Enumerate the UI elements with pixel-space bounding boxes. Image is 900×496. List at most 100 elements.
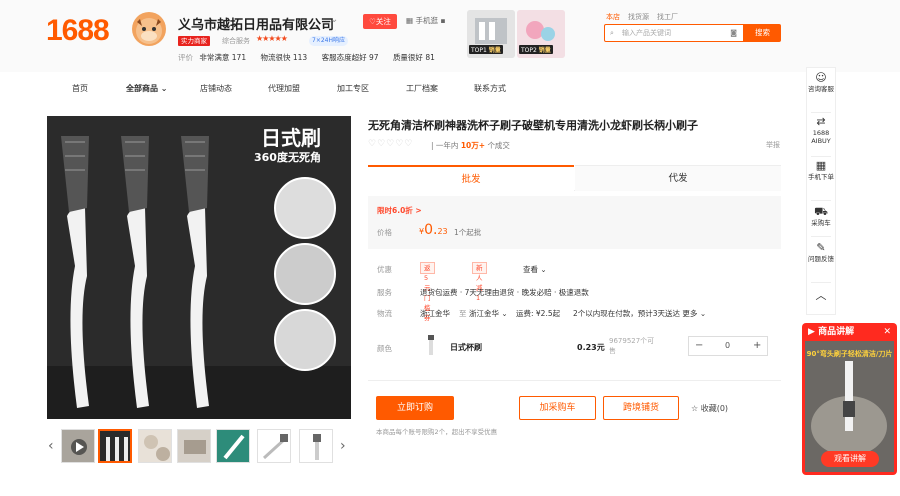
mobile-label: 手机逛 xyxy=(415,16,438,25)
thumbnail[interactable] xyxy=(257,429,291,463)
thumbnail[interactable] xyxy=(98,429,132,463)
product-video-card[interactable]: ▶ 商品讲解 ✕ 90°弯头刷子轻松清洁/刀片 观看讲解 xyxy=(802,323,897,475)
sku-thumbnail[interactable] xyxy=(420,333,442,357)
sidebar-item-mobile-order[interactable]: ▦ 手机下单 xyxy=(807,159,835,182)
watch-video-button[interactable]: 观看讲解 xyxy=(821,451,879,467)
price-box: 限时6.0折 > 价格 ¥0.23 1个起批 xyxy=(368,196,781,249)
dropship-button[interactable]: 跨境铺货 xyxy=(603,396,679,420)
coupon-badge[interactable]: 返5元门槛券 xyxy=(420,262,435,322)
price-label: 价格 xyxy=(377,228,392,237)
back-to-top-button[interactable]: ︿ xyxy=(807,290,835,303)
tab-wholesale[interactable]: 批发 xyxy=(368,165,574,191)
image-headline: 日式刷 xyxy=(261,126,321,150)
response-badge: 7×24H响应 xyxy=(309,36,348,46)
nav-item[interactable]: 首页 xyxy=(72,83,88,94)
rating-stars: ♡♡♡♡♡ xyxy=(368,139,414,149)
service-text[interactable]: 退货包运费 · 7天无理由退货 · 晚发必赔 · 极速退款 xyxy=(420,287,589,298)
video-header: ▶ 商品讲解 ✕ xyxy=(802,323,897,341)
discount-label: 优惠 xyxy=(377,265,392,274)
top-product-card[interactable]: TOP2 销量 xyxy=(517,10,565,58)
sku-name: 日式杯刷 xyxy=(450,343,482,352)
search-button[interactable]: 搜索 xyxy=(744,24,781,42)
top-product-card[interactable]: TOP1 销量 xyxy=(467,10,515,58)
shop-nav: 首页 全部商品 ⌄ 店铺动态 代理加盟 加工专区 工厂档案 联系方式 xyxy=(0,80,800,100)
tab-dropship[interactable]: 代发 xyxy=(575,165,781,191)
shipping-fee: 运费: ¥2.5起 xyxy=(516,309,561,318)
search-icon: ⌕ xyxy=(610,29,614,37)
qr-code-icon: ▦ xyxy=(815,159,827,172)
arrow-to: 至 xyxy=(459,309,467,318)
cow-mascot-icon xyxy=(136,18,162,44)
promo-label[interactable]: 限时6.0折 > xyxy=(377,205,422,216)
sidebar-item-feedback[interactable]: ✎ 问题反馈 xyxy=(807,241,835,264)
star-icon: ☆ xyxy=(691,404,699,413)
purchase-note: 本商品每个账号限购2个，超出不享受优惠 xyxy=(376,428,498,436)
search-tab[interactable]: 找货源 xyxy=(628,13,649,21)
nav-item[interactable]: 店铺动态 xyxy=(200,83,232,94)
view-coupons-link[interactable]: 查看 ⌄ xyxy=(523,264,547,275)
rating-item[interactable]: 质量很好 81 xyxy=(393,53,435,62)
shop-avatar[interactable] xyxy=(132,12,166,46)
ship-to[interactable]: 浙江金华 ⌄ xyxy=(469,308,508,319)
plus-button[interactable]: + xyxy=(753,340,761,351)
thumbnail[interactable] xyxy=(299,429,333,463)
search-input[interactable]: ⌕ 输入产品关键词 ◙ xyxy=(604,24,744,42)
color-label: 颜色 xyxy=(377,344,392,353)
product-title: 无死角清洁杯刷神器洗杯子刷子破壁机专用清洗小龙虾刷长柄小刷子 xyxy=(368,119,698,132)
sidebar-item-aibuy[interactable]: ⇄ 1688 AIBUY xyxy=(807,115,835,146)
sales-count: | 一年内 10万+ 个成交 xyxy=(431,141,510,150)
rating-item[interactable]: 非常满意 171 xyxy=(199,53,246,62)
chevron-left-icon[interactable]: ‹ xyxy=(48,438,54,454)
chevron-up-icon: ︿ xyxy=(815,289,827,302)
service-label: 综合服务 xyxy=(222,37,250,45)
video-thumbnail[interactable] xyxy=(61,429,95,463)
rating-item[interactable]: 客服态度超好 97 xyxy=(322,53,379,62)
thumbnail[interactable] xyxy=(138,429,172,463)
price-value: ¥0.23 xyxy=(419,222,448,238)
nav-item[interactable]: 代理加盟 xyxy=(268,83,300,94)
sidebar-item-customer-service[interactable]: ☺ 咨询客服 xyxy=(807,71,835,94)
logistics-label: 物流 xyxy=(377,309,392,318)
nav-item[interactable]: 加工专区 xyxy=(337,83,369,94)
shop-name[interactable]: 义乌市越拓日用品有限公司 xyxy=(178,14,334,33)
sidebar-item-cart[interactable]: ⛟ 采购车 xyxy=(807,206,835,228)
chevron-down-icon[interactable]: ⌄ xyxy=(330,14,338,25)
image-subheadline: 360度无死角 xyxy=(254,151,321,164)
video-preview: 90°弯头刷子轻松清洁/刀片 观看讲解 xyxy=(805,341,894,472)
search-tab[interactable]: 本店 xyxy=(606,13,620,21)
minus-button[interactable]: − xyxy=(695,340,703,351)
top-tag: TOP2 销量 xyxy=(519,45,553,54)
add-to-cart-button[interactable]: 加采购车 xyxy=(519,396,596,420)
shop-badge: 实力商家 xyxy=(178,36,210,46)
nav-item[interactable]: 联系方式 xyxy=(474,83,506,94)
video-caption: 90°弯头刷子轻松清洁/刀片 xyxy=(806,350,893,358)
floating-sidebar: ☺ 咨询客服 ⇄ 1688 AIBUY ▦ 手机下单 ⛟ 采购车 ✎ 问题反馈 ︿ xyxy=(806,67,836,315)
nav-item-all-products[interactable]: 全部商品 ⌄ xyxy=(126,83,168,94)
site-logo[interactable]: 1688 xyxy=(46,14,110,48)
camera-icon[interactable]: ◙ xyxy=(730,25,737,41)
buy-now-button[interactable]: 立即订购 xyxy=(376,396,454,420)
translate-icon: ⇄ xyxy=(816,115,826,128)
search-placeholder: 输入产品关键词 xyxy=(622,29,671,37)
close-icon[interactable]: ✕ xyxy=(883,323,891,341)
chat-icon: ☺ xyxy=(815,71,827,84)
delivery-eta[interactable]: 2个以内现在付款，预计3天送达 更多 ⌄ xyxy=(573,308,706,319)
edit-icon: ✎ xyxy=(816,241,826,254)
main-product-image[interactable]: 日式刷 360度无死角 xyxy=(47,116,351,419)
quantity-stepper: − 0 + xyxy=(688,336,768,356)
follow-button[interactable]: ♡关注 xyxy=(363,14,397,29)
nav-item[interactable]: 工厂档案 xyxy=(406,83,438,94)
report-link[interactable]: 举报 xyxy=(766,140,780,150)
thumbnail[interactable] xyxy=(216,429,250,463)
favorite-button[interactable]: ☆ 收藏(0) xyxy=(691,403,728,414)
quantity-input[interactable]: 0 xyxy=(725,341,730,350)
mobile-browse[interactable]: ▦ 手机逛 ▪ xyxy=(406,15,445,26)
search-tab[interactable]: 找工厂 xyxy=(657,13,678,21)
service-stars: ★★★★★ xyxy=(256,34,288,43)
service-label: 服务 xyxy=(377,288,392,297)
rating-label: 评价 xyxy=(178,53,193,62)
rating-item[interactable]: 物流很快 113 xyxy=(261,53,308,62)
coupon-badge[interactable]: 新人减1 xyxy=(472,262,487,302)
thumbnail[interactable] xyxy=(177,429,211,463)
chevron-right-icon[interactable]: › xyxy=(340,438,346,454)
